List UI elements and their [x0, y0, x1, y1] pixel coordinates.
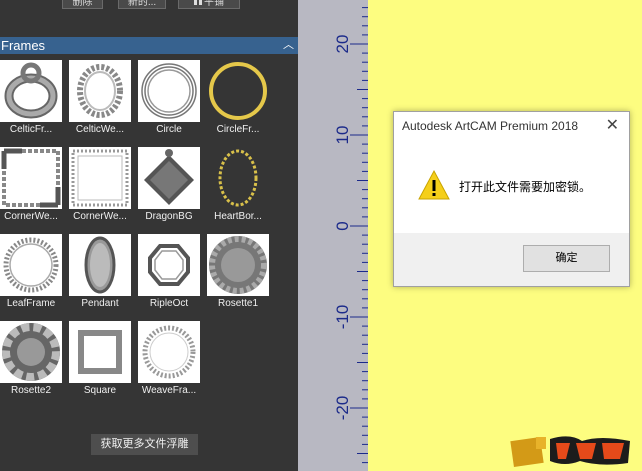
pendant-icon: [84, 236, 116, 294]
celtic-ring-icon: [4, 62, 58, 119]
frame-thumb-celtic-weave[interactable]: [69, 60, 131, 122]
watermark-logo: [510, 436, 630, 467]
frames-title: Frames: [1, 38, 46, 53]
ruler-label: 0: [333, 221, 352, 230]
frame-label: CornerWe...: [73, 211, 127, 222]
chevron-up-icon[interactable]: ︿: [283, 37, 294, 54]
relief-library-panel: 删除 新的... 平铺 Frames ︿ CelticFr... CelticW…: [0, 0, 298, 471]
heart-border-icon: [218, 149, 258, 207]
frames-section-header[interactable]: Frames ︿: [0, 37, 298, 54]
circle-gold-frame-icon: [209, 62, 267, 120]
delete-button[interactable]: 删除: [62, 0, 103, 9]
tile-view-dropdown[interactable]: 平铺: [178, 0, 240, 9]
close-icon[interactable]: ✕: [606, 115, 619, 135]
message-dialog: Autodesk ArtCAM Premium 2018 ✕ 打开此文件需要加密…: [393, 111, 630, 287]
frame-thumb-celtic-ring[interactable]: [0, 60, 62, 122]
frame-label: RipleOct: [149, 298, 189, 309]
corner-weave-icon: [1, 148, 61, 208]
ruler-label: -20: [333, 396, 352, 421]
riple-oct-icon: [148, 244, 190, 286]
frame-label: CircleFr...: [216, 124, 260, 135]
grid-icon: [194, 0, 202, 5]
frame-thumb-rosette-1[interactable]: [207, 234, 269, 296]
frame-label: WeaveFra...: [141, 385, 197, 396]
celtic-weave-icon: [77, 64, 123, 118]
warning-icon: [418, 169, 450, 200]
new-button[interactable]: 新的...: [118, 0, 166, 9]
ruler-label: -10: [333, 305, 352, 330]
frame-thumb-circle[interactable]: [138, 60, 200, 122]
vertical-ruler: 20 10 0 -10 -20: [298, 0, 368, 471]
ruler-label: 10: [333, 126, 352, 145]
frame-label: Circle: [156, 124, 182, 135]
square-frame-icon: [78, 330, 122, 374]
dragon-bg-icon: [144, 149, 194, 205]
frame-label: Rosette1: [217, 298, 259, 309]
frame-thumb-square[interactable]: [69, 321, 131, 383]
circle-frame-icon: [141, 63, 197, 119]
frame-thumb-corner-weave-2[interactable]: [69, 147, 131, 209]
frame-thumb-leaf-frame[interactable]: [0, 234, 62, 296]
dialog-message: 打开此文件需要加密锁。: [459, 180, 592, 194]
dialog-title: Autodesk ArtCAM Premium 2018: [402, 119, 579, 133]
frame-thumb-circle-gold[interactable]: [207, 60, 269, 122]
frame-thumb-dragon-bg[interactable]: [138, 147, 200, 209]
frame-label: DragonBG: [145, 211, 193, 222]
rosette-1-icon: [209, 236, 267, 294]
frame-label: HeartBor...: [214, 211, 262, 222]
frame-label: CelticWe...: [75, 124, 125, 135]
weave-frame-icon: [142, 325, 196, 379]
frame-thumb-riple-oct[interactable]: [138, 234, 200, 296]
frame-label: Square: [83, 385, 117, 396]
dialog-footer: 确定: [394, 233, 629, 286]
frame-thumb-heart-border[interactable]: [207, 147, 269, 209]
ruler-scale: 20 10 0 -10 -20: [333, 7, 368, 464]
leaf-frame-icon: [3, 237, 59, 293]
frame-thumb-weave-frame[interactable]: [138, 321, 200, 383]
corner-weave-2-icon: [71, 149, 129, 207]
frame-label: Pendant: [81, 298, 119, 309]
rosette-2-icon: [2, 323, 60, 381]
tile-view-label: 平铺: [204, 0, 224, 8]
frame-thumb-rosette-2[interactable]: [0, 321, 62, 383]
frame-thumb-pendant[interactable]: [69, 234, 131, 296]
ok-button[interactable]: 确定: [523, 245, 610, 272]
ruler-label: 20: [333, 35, 352, 54]
frame-thumb-corner-weave[interactable]: [0, 147, 62, 209]
get-more-reliefs-button[interactable]: 获取更多文件浮雕: [91, 434, 198, 455]
